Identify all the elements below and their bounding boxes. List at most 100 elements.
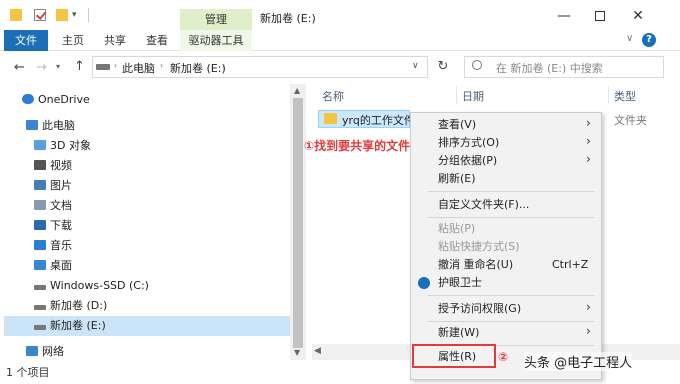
- sidebar-item-drive-d[interactable]: 新加卷 (D:): [34, 296, 107, 316]
- sidebar-item-label: 3D 对象: [50, 139, 91, 152]
- tab-view[interactable]: 查看: [140, 30, 174, 51]
- menu-item-new[interactable]: 新建(W): [438, 324, 479, 342]
- file-name[interactable]: yrq的工作文件: [342, 112, 415, 128]
- menu-separator: [428, 191, 594, 192]
- cube-icon: [34, 140, 46, 150]
- scroll-up-icon[interactable]: ▲: [294, 86, 300, 95]
- submenu-arrow-icon: ›: [586, 300, 591, 314]
- menu-item-paste-shortcut: 粘贴快捷方式(S): [438, 240, 520, 253]
- tab-drive-tools[interactable]: 驱动器工具: [180, 30, 252, 51]
- sidebar-item-label: 新加卷 (E:): [50, 319, 106, 332]
- menu-item-undo-rename[interactable]: 撤消 重命名(U): [438, 256, 513, 274]
- search-placeholder: 在 新加卷 (E:) 中搜索: [496, 62, 603, 75]
- address-dropdown-icon[interactable]: ∨: [412, 61, 419, 71]
- submenu-arrow-icon: ›: [586, 152, 591, 166]
- sidebar-item-label: 音乐: [50, 239, 72, 252]
- column-header-type[interactable]: 类型: [614, 88, 636, 104]
- recent-locations-icon[interactable]: ▾: [56, 62, 60, 71]
- breadcrumb-separator[interactable]: ›: [114, 61, 117, 70]
- annotation-step-1: ①找到要共享的文件: [304, 139, 411, 153]
- download-icon: [34, 220, 46, 230]
- sidebar-item-network[interactable]: 网络: [26, 342, 64, 362]
- shield-icon: [418, 277, 430, 289]
- sidebar-item-label: 此电脑: [42, 119, 75, 132]
- refresh-button[interactable]: ↻: [432, 56, 454, 78]
- submenu-arrow-icon: ›: [586, 324, 591, 338]
- breadcrumb-this-pc[interactable]: 此电脑: [122, 60, 155, 76]
- close-button[interactable]: ✕: [620, 6, 656, 26]
- back-arrow-icon[interactable]: ←: [14, 60, 25, 75]
- drive-icon: [34, 305, 46, 310]
- menu-item-view[interactable]: 查看(V): [438, 116, 476, 134]
- sidebar-item-pictures[interactable]: 图片: [34, 176, 72, 196]
- sidebar-scrollbar-thumb[interactable]: [293, 98, 303, 348]
- sidebar-item-label: 视频: [50, 159, 72, 172]
- breadcrumb-separator[interactable]: ›: [222, 61, 225, 70]
- sidebar-item-music[interactable]: 音乐: [34, 236, 72, 256]
- new-folder-icon[interactable]: [56, 9, 68, 21]
- submenu-arrow-icon: ›: [586, 134, 591, 148]
- menu-item-group[interactable]: 分组依据(P): [438, 152, 497, 170]
- minimize-button[interactable]: —: [546, 6, 582, 26]
- maximize-button[interactable]: [582, 6, 618, 26]
- drive-icon: [34, 285, 46, 290]
- sidebar-item-label: Windows-SSD (C:): [50, 279, 149, 292]
- help-icon[interactable]: ?: [642, 33, 656, 47]
- sidebar-item-label: 网络: [42, 345, 64, 358]
- picture-icon: [34, 180, 46, 190]
- sidebar-item-drive-e[interactable]: 新加卷 (E:): [34, 316, 106, 336]
- video-icon: [34, 160, 46, 170]
- properties-check-icon[interactable]: [34, 9, 46, 21]
- sidebar-item-label: 桌面: [50, 259, 72, 272]
- column-header-name[interactable]: 名称: [322, 88, 344, 104]
- column-header-date[interactable]: 日期: [462, 88, 484, 104]
- cloud-icon: [22, 94, 34, 104]
- breadcrumb-separator[interactable]: ›: [160, 61, 163, 70]
- computer-icon: [26, 120, 38, 130]
- menu-shortcut: Ctrl+Z: [552, 258, 589, 271]
- folder-icon[interactable]: [10, 9, 22, 21]
- sidebar-item-label: 下载: [50, 219, 72, 232]
- folder-icon: [324, 113, 337, 124]
- annotation-step-2: ②: [498, 350, 509, 364]
- menu-item-refresh[interactable]: 刷新(E): [438, 170, 476, 188]
- document-icon: [34, 200, 46, 210]
- menu-item-grant-access[interactable]: 授予访问权限(G): [438, 300, 521, 318]
- drive-icon: [96, 64, 110, 70]
- column-divider[interactable]: [608, 86, 609, 104]
- sidebar-item-documents[interactable]: 文档: [34, 196, 72, 216]
- tab-file[interactable]: 文件: [4, 30, 48, 51]
- manage-tab-header[interactable]: 管理: [180, 9, 252, 30]
- window-title: 新加卷 (E:): [260, 12, 316, 25]
- sidebar-item-this-pc[interactable]: 此电脑: [26, 116, 75, 136]
- menu-item-paste: 粘贴(P): [438, 222, 476, 235]
- quick-access-dropdown-icon[interactable]: ▾: [72, 10, 77, 20]
- ribbon-expand-icon[interactable]: ∨: [626, 33, 633, 44]
- scroll-down-icon[interactable]: ▼: [294, 348, 300, 357]
- up-arrow-icon[interactable]: ↑: [74, 59, 85, 74]
- scroll-left-icon[interactable]: ◀: [314, 346, 321, 356]
- menu-item-customize[interactable]: 自定义文件夹(F)...: [438, 196, 529, 214]
- sidebar-item-downloads[interactable]: 下载: [34, 216, 72, 236]
- sidebar-item-3d-objects[interactable]: 3D 对象: [34, 136, 91, 156]
- breadcrumb-drive-e[interactable]: 新加卷 (E:): [170, 60, 226, 76]
- annotation-highlight-box: [412, 344, 496, 368]
- sidebar-item-label: 文档: [50, 199, 72, 212]
- menu-separator: [428, 295, 594, 296]
- menu-item-eye-guard[interactable]: 护眼卫士: [438, 274, 482, 292]
- tab-share[interactable]: 共享: [98, 30, 132, 51]
- column-divider[interactable]: [456, 86, 457, 104]
- menu-item-sort[interactable]: 排序方式(O): [438, 134, 499, 152]
- sidebar-item-videos[interactable]: 视频: [34, 156, 72, 176]
- title-divider: [88, 8, 89, 22]
- search-icon: [472, 60, 482, 70]
- network-icon: [26, 346, 38, 356]
- watermark: 头条 @电子工程人: [524, 352, 633, 371]
- sidebar-item-desktop[interactable]: 桌面: [34, 256, 72, 276]
- forward-arrow-icon[interactable]: →: [36, 60, 47, 75]
- sidebar-item-drive-c[interactable]: Windows-SSD (C:): [34, 276, 149, 296]
- menu-separator: [428, 217, 594, 218]
- sidebar-item-onedrive[interactable]: OneDrive: [22, 90, 90, 110]
- menu-separator: [428, 321, 594, 322]
- tab-home[interactable]: 主页: [56, 30, 90, 51]
